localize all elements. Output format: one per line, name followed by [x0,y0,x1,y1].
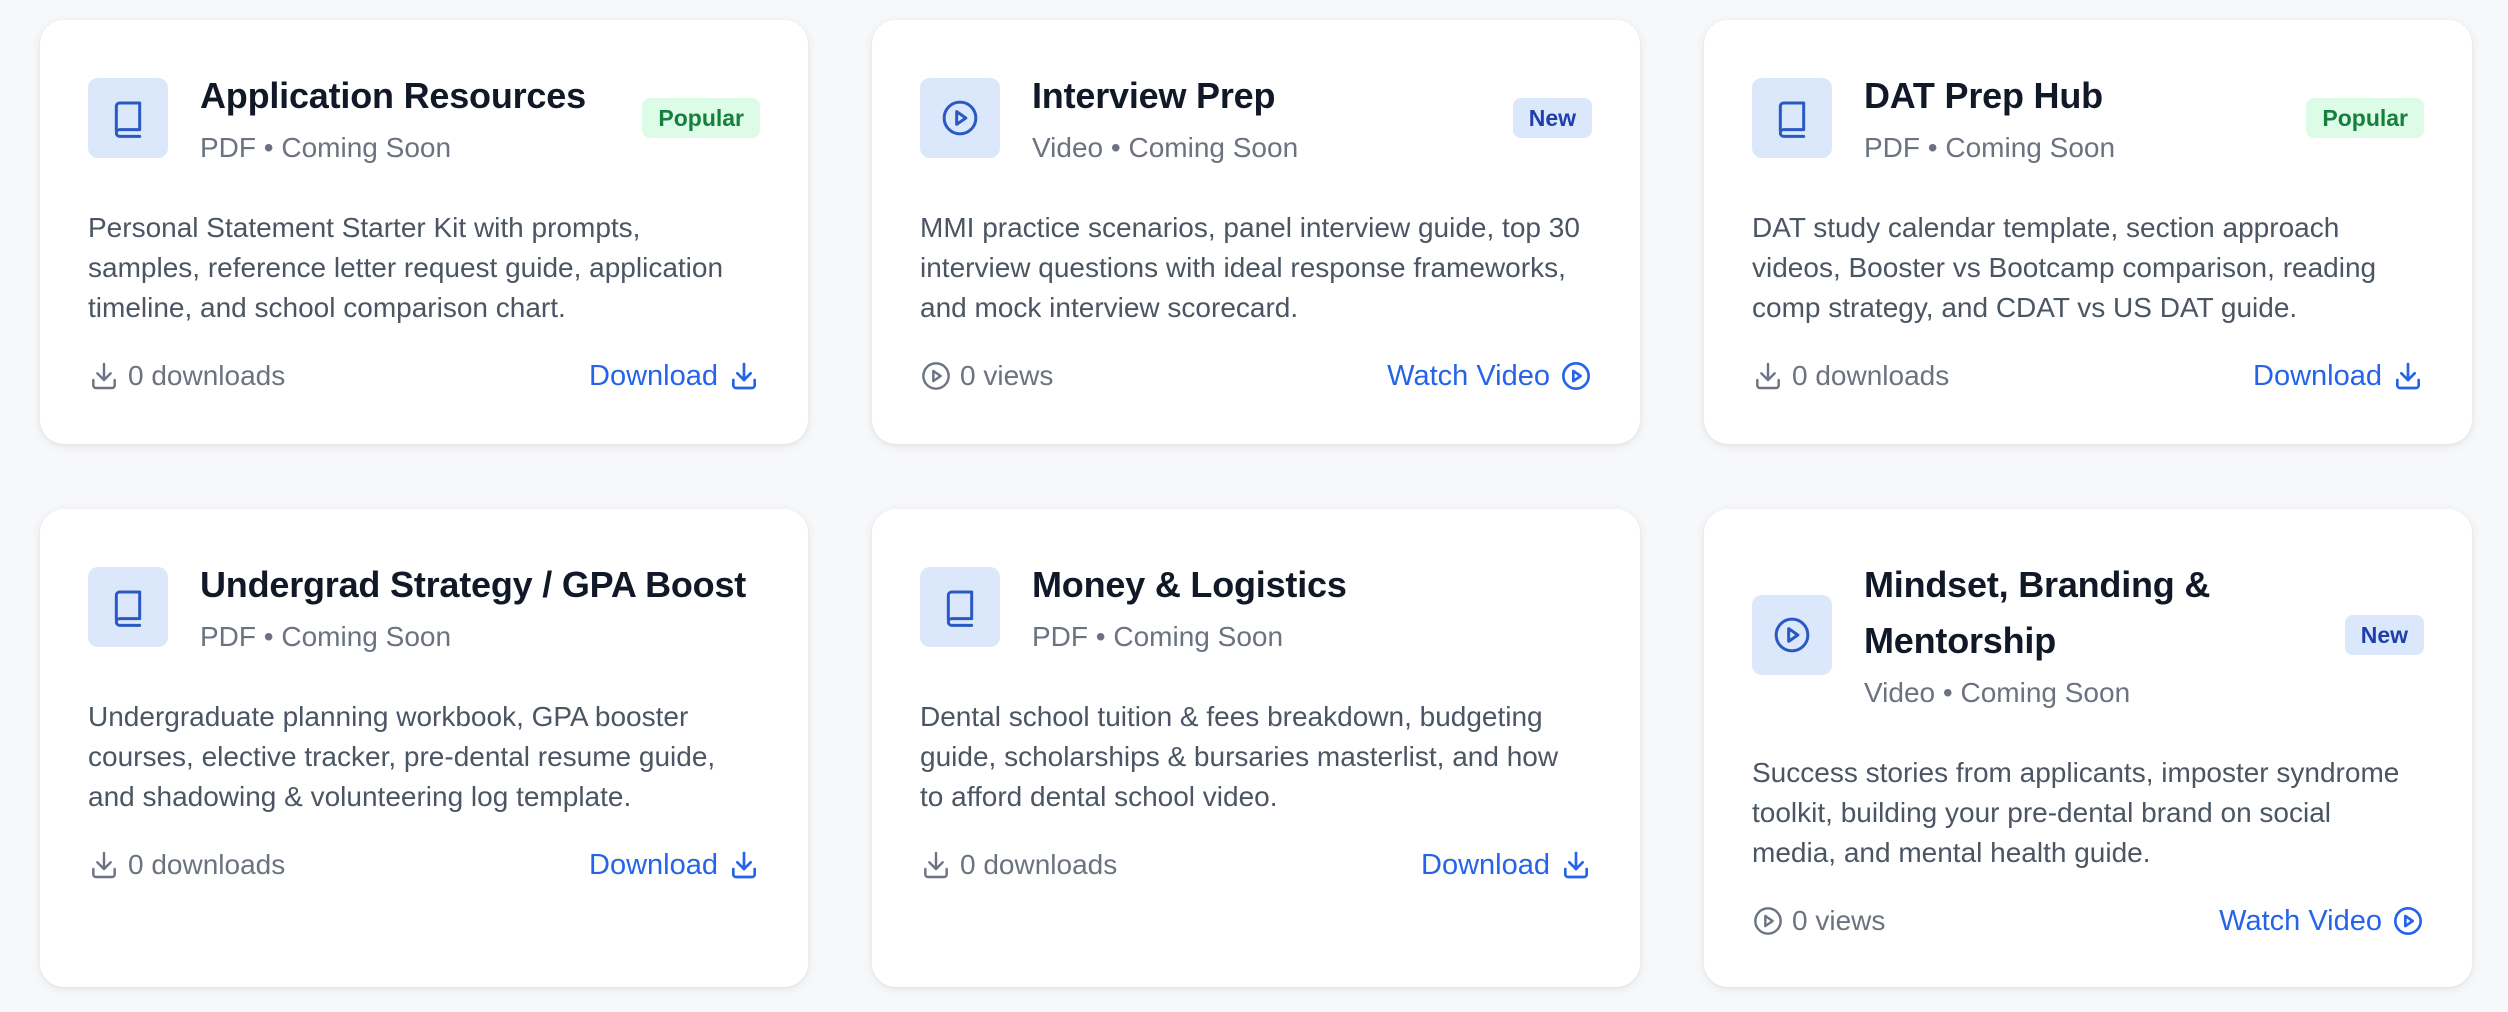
card-header: Mindset, Branding & Mentorship Video • C… [1752,557,2424,713]
stat-text: 0 downloads [128,849,286,880]
resource-card-mindset-branding: Mindset, Branding & Mentorship Video • C… [1704,509,2472,987]
card-meta: Video • Coming Soon [1864,677,2131,708]
action-label: Download [589,359,718,392]
book-icon [88,78,168,158]
download-icon [732,362,756,390]
play-circle-icon [1562,362,1590,390]
download-button[interactable]: Download [589,360,760,393]
download-button[interactable]: Download [589,849,760,882]
status-badge: Popular [642,98,760,138]
resource-grid: Application Resources PDF • Coming Soon … [0,0,2508,1012]
stat: 0 views [1752,905,1885,937]
card-header: Interview Prep Video • Coming Soon New [920,68,1592,168]
watch-video-button[interactable]: Watch Video [1387,360,1592,393]
card-footer: 0 downloads Download [88,356,760,396]
card-footer: 0 downloads Download [88,845,760,885]
action-label: Download [2253,359,2382,392]
card-description: DAT study calendar template, section app… [1752,212,2377,323]
status-badge: Popular [2306,98,2424,138]
card-title: Application Resources [200,75,586,116]
play-circle-icon [920,78,1000,158]
action-label: Download [589,848,718,881]
card-meta: PDF • Coming Soon [1864,132,2116,163]
play-circle-icon [2394,907,2422,935]
resource-card-application-resources: Application Resources PDF • Coming Soon … [40,20,808,444]
stat: 0 downloads [1752,360,1949,392]
stat-text: 0 downloads [960,849,1118,880]
download-icon [92,362,116,390]
resource-card-undergrad-strategy: Undergrad Strategy / GPA Boost PDF • Com… [40,509,808,987]
stat: 0 views [920,360,1053,392]
card-meta: PDF • Coming Soon [200,132,452,163]
stat: 0 downloads [920,849,1117,881]
download-icon [92,851,116,879]
play-circle-icon [922,362,950,390]
download-icon [1564,851,1588,879]
card-header: Application Resources PDF • Coming Soon … [88,68,760,168]
card-description: Success stories from applicants, imposte… [1752,757,2400,868]
card-header: DAT Prep Hub PDF • Coming Soon Popular [1752,68,2424,168]
book-icon [88,567,168,647]
stat: 0 downloads [88,360,285,392]
card-title: Mindset, Branding & Mentorship [1864,564,2211,661]
card-description: Dental school tuition & fees breakdown, … [920,701,1559,812]
book-icon [920,567,1000,647]
card-footer: 0 downloads Download [1752,356,2424,396]
card-footer: 0 downloads Download [920,845,1592,885]
watch-video-button[interactable]: Watch Video [2219,905,2424,938]
book-icon [1752,78,1832,158]
card-description: Undergraduate planning workbook, GPA boo… [88,701,716,812]
stat-text: 0 views [960,360,1054,391]
card-footer: 0 views Watch Video [920,356,1592,396]
action-label: Watch Video [2219,904,2382,937]
download-icon [732,851,756,879]
status-badge: New [1512,98,1592,138]
play-circle-icon [1752,595,1832,675]
action-label: Watch Video [1387,359,1550,392]
resource-card-money-logistics: Money & Logistics PDF • Coming Soon Dent… [872,509,1640,987]
status-badge: New [2344,615,2424,655]
card-title: Money & Logistics [1032,564,1347,605]
card-meta: Video • Coming Soon [1032,132,1299,163]
card-meta: PDF • Coming Soon [200,621,452,652]
resource-card-interview-prep: Interview Prep Video • Coming Soon New M… [872,20,1640,444]
card-description: MMI practice scenarios, panel interview … [920,212,1580,323]
resource-card-dat-prep-hub: DAT Prep Hub PDF • Coming Soon Popular D… [1704,20,2472,444]
download-icon [2396,362,2420,390]
download-button[interactable]: Download [1421,849,1592,882]
download-icon [924,851,948,879]
card-header: Undergrad Strategy / GPA Boost PDF • Com… [88,557,760,657]
stat-text: 0 downloads [1792,360,1950,391]
card-title: Interview Prep [1032,75,1276,116]
card-meta: PDF • Coming Soon [1032,621,1284,652]
card-footer: 0 views Watch Video [1752,901,2424,941]
stat-text: 0 downloads [128,360,286,391]
download-icon [1756,362,1780,390]
card-description: Personal Statement Starter Kit with prom… [88,212,724,323]
card-header: Money & Logistics PDF • Coming Soon [920,557,1592,657]
stat: 0 downloads [88,849,285,881]
action-label: Download [1421,848,1550,881]
card-title: DAT Prep Hub [1864,75,2103,116]
download-button[interactable]: Download [2253,360,2424,393]
card-title: Undergrad Strategy / GPA Boost [200,564,747,605]
stat-text: 0 views [1792,905,1886,936]
play-circle-icon [1754,907,1782,935]
